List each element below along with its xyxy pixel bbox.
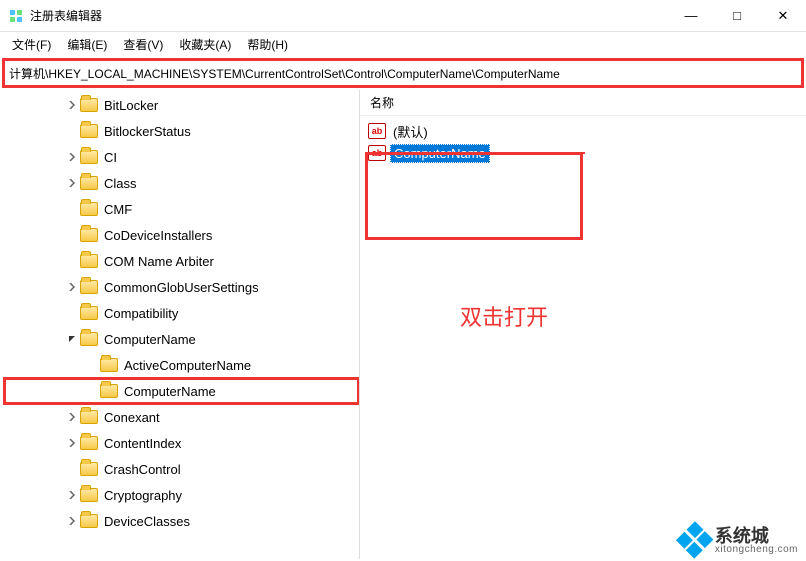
tree-item-label: Compatibility <box>102 305 180 322</box>
tree-item-deviceclasses[interactable]: DeviceClasses <box>4 508 359 534</box>
chevron-none <box>64 201 80 217</box>
tree-item-label: Cryptography <box>102 487 184 504</box>
tree-item-label: CommonGlobUserSettings <box>102 279 261 296</box>
folder-icon <box>80 410 98 424</box>
chevron-none <box>64 227 80 243</box>
maximize-button[interactable]: □ <box>714 0 760 32</box>
folder-icon <box>80 462 98 476</box>
list-row[interactable]: ab(默认) <box>368 120 798 142</box>
chevron-right-icon[interactable] <box>64 435 80 451</box>
chevron-none <box>64 305 80 321</box>
list-header-name[interactable]: 名称 <box>360 90 806 116</box>
minimize-button[interactable]: — <box>668 0 714 32</box>
tree-item-label: Class <box>102 175 139 192</box>
chevron-right-icon[interactable] <box>64 487 80 503</box>
window-titlebar: 注册表编辑器 — □ ✕ <box>0 0 806 32</box>
tree-item-contentindex[interactable]: ContentIndex <box>4 430 359 456</box>
tree-item-label: ContentIndex <box>102 435 183 452</box>
tree-item-bitlockerstatus[interactable]: BitlockerStatus <box>4 118 359 144</box>
tree-item-computername[interactable]: ComputerName <box>4 378 359 404</box>
tree-item-codeviceinstallers[interactable]: CoDeviceInstallers <box>4 222 359 248</box>
string-value-icon: ab <box>368 145 386 161</box>
folder-icon <box>80 306 98 320</box>
folder-icon <box>80 150 98 164</box>
chevron-none <box>64 123 80 139</box>
tree-item-cryptography[interactable]: Cryptography <box>4 482 359 508</box>
menu-file[interactable]: 文件(F) <box>4 34 59 55</box>
menu-edit[interactable]: 编辑(E) <box>59 34 115 55</box>
folder-icon <box>80 176 98 190</box>
tree-item-compatibility[interactable]: Compatibility <box>4 300 359 326</box>
tree-item-ci[interactable]: CI <box>4 144 359 170</box>
folder-icon <box>100 384 118 398</box>
watermark-en: xitongcheng.com <box>715 545 798 555</box>
window-controls: — □ ✕ <box>668 0 806 32</box>
tree-item-bitlocker[interactable]: BitLocker <box>4 92 359 118</box>
tree-item-conexant[interactable]: Conexant <box>4 404 359 430</box>
app-icon <box>8 8 24 24</box>
tree-item-label: Conexant <box>102 409 162 426</box>
folder-icon <box>80 436 98 450</box>
tree-item-crashcontrol[interactable]: CrashControl <box>4 456 359 482</box>
folder-icon <box>80 228 98 242</box>
window-title: 注册表编辑器 <box>30 7 668 24</box>
address-path: 计算机\HKEY_LOCAL_MACHINE\SYSTEM\CurrentCon… <box>9 65 560 82</box>
tree-item-label: ComputerName <box>122 383 218 400</box>
menubar: 文件(F) 编辑(E) 查看(V) 收藏夹(A) 帮助(H) <box>0 32 806 56</box>
list-row-name: (默认) <box>390 121 431 142</box>
folder-icon <box>80 98 98 112</box>
folder-icon <box>80 202 98 216</box>
tree-item-computername[interactable]: ComputerName <box>4 326 359 352</box>
tree-item-label: ComputerName <box>102 331 198 348</box>
tree-item-label: CI <box>102 149 119 166</box>
folder-icon <box>80 280 98 294</box>
tree-item-cmf[interactable]: CMF <box>4 196 359 222</box>
tree-item-label: COM Name Arbiter <box>102 253 216 270</box>
tree-item-label: CoDeviceInstallers <box>102 227 214 244</box>
annotation-text: 双击打开 <box>460 300 548 332</box>
chevron-down-icon[interactable] <box>64 331 80 347</box>
watermark: 系统城 xitongcheng.com <box>681 527 798 555</box>
tree-item-label: CMF <box>102 201 134 218</box>
address-bar[interactable]: 计算机\HKEY_LOCAL_MACHINE\SYSTEM\CurrentCon… <box>2 58 804 88</box>
chevron-right-icon[interactable] <box>64 409 80 425</box>
tree-item-label: ActiveComputerName <box>122 357 253 374</box>
tree-item-commonglobusersettings[interactable]: CommonGlobUserSettings <box>4 274 359 300</box>
chevron-none <box>64 253 80 269</box>
tree-item-label: DeviceClasses <box>102 513 192 530</box>
folder-icon <box>80 514 98 528</box>
menu-favorites[interactable]: 收藏夹(A) <box>171 34 239 55</box>
tree-item-activecomputername[interactable]: ActiveComputerName <box>4 352 359 378</box>
chevron-right-icon[interactable] <box>64 513 80 529</box>
annotation-strike-line <box>420 152 585 154</box>
tree-pane[interactable]: BitLocker BitlockerStatus CI Class CMF CoDevi… <box>0 90 360 559</box>
chevron-right-icon[interactable] <box>64 149 80 165</box>
folder-icon <box>80 254 98 268</box>
chevron-none <box>84 383 100 399</box>
menu-view[interactable]: 查看(V) <box>115 34 171 55</box>
tree-item-class[interactable]: Class <box>4 170 359 196</box>
tree-item-label: BitlockerStatus <box>102 123 193 140</box>
chevron-right-icon[interactable] <box>64 97 80 113</box>
watermark-cn: 系统城 <box>715 527 798 545</box>
tree-item-label: BitLocker <box>102 97 160 114</box>
content-area: BitLocker BitlockerStatus CI Class CMF CoDevi… <box>0 90 806 559</box>
chevron-none <box>64 461 80 477</box>
list-pane[interactable]: 名称 ab(默认)abComputerName <box>360 90 806 559</box>
folder-icon <box>80 124 98 138</box>
folder-icon <box>80 488 98 502</box>
watermark-icon <box>675 521 715 561</box>
chevron-right-icon[interactable] <box>64 279 80 295</box>
chevron-none <box>84 357 100 373</box>
tree-item-com-name-arbiter[interactable]: COM Name Arbiter <box>4 248 359 274</box>
folder-icon <box>80 332 98 346</box>
string-value-icon: ab <box>368 123 386 139</box>
tree-item-label: CrashControl <box>102 461 183 478</box>
menu-help[interactable]: 帮助(H) <box>239 34 296 55</box>
close-button[interactable]: ✕ <box>760 0 806 32</box>
chevron-right-icon[interactable] <box>64 175 80 191</box>
folder-icon <box>100 358 118 372</box>
